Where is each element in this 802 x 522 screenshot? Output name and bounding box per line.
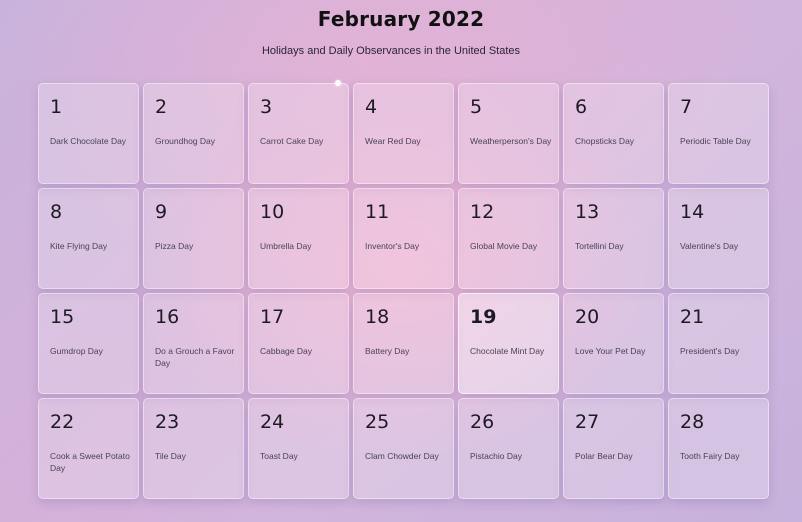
day-number: 21: [680, 306, 705, 328]
page-title: February 2022: [317, 7, 485, 31]
day-number: 15: [50, 306, 75, 328]
day-cell[interactable]: 7 Periodic Table Day: [668, 83, 769, 184]
calendar-grid: 1 Dark Chocolate Day 2 Groundhog Day 3 Carr…: [38, 83, 770, 499]
day-cell[interactable]: 12 Global Movie Day: [458, 188, 559, 289]
observance-label: Cook a Sweet Potato Day: [50, 451, 130, 473]
day-number: 8: [50, 201, 63, 223]
observance-label: Chopsticks Day: [575, 136, 635, 146]
day-number: 9: [155, 201, 168, 223]
day-cell[interactable]: 8 Kite Flying Day: [38, 188, 139, 289]
day-number: 16: [155, 306, 180, 328]
day-cell[interactable]: 4 Wear Red Day: [353, 83, 454, 184]
observance-label: President's Day: [680, 346, 740, 356]
day-number: 24: [260, 411, 285, 433]
observance-label: Inventor's Day: [365, 241, 420, 251]
day-number: 12: [470, 201, 495, 223]
day-cell[interactable]: 3 Carrot Cake Day: [248, 83, 349, 184]
day-number: 1: [50, 96, 63, 118]
day-cell[interactable]: 5 Weatherperson's Day: [458, 83, 559, 184]
day-cell[interactable]: 21 President's Day: [668, 293, 769, 394]
observance-label: Tile Day: [155, 451, 186, 461]
observance-label: Dark Chocolate Day: [50, 136, 127, 146]
observance-label: Groundhog Day: [155, 136, 216, 146]
day-cell[interactable]: 17 Cabbage Day: [248, 293, 349, 394]
day-number: 10: [260, 201, 285, 223]
day-cell[interactable]: 16 Do a Grouch a Favor Day: [143, 293, 244, 394]
day-cell[interactable]: 11 Inventor's Day: [353, 188, 454, 289]
day-number: 2: [155, 96, 168, 118]
observance-label: Kite Flying Day: [50, 241, 108, 251]
observance-label: Pizza Day: [155, 241, 194, 251]
day-cell[interactable]: 28 Tooth Fairy Day: [668, 398, 769, 499]
day-cell-today[interactable]: 19 Chocolate Mint Day: [458, 293, 559, 394]
day-number: 7: [680, 96, 693, 118]
day-number: 27: [575, 411, 600, 433]
page-subtitle: Holidays and Daily Observances in the Un…: [261, 45, 521, 57]
day-number: 4: [365, 96, 378, 118]
day-number: 11: [365, 201, 390, 223]
day-number: 14: [680, 201, 705, 223]
observance-label: Weatherperson's Day: [470, 136, 552, 146]
day-cell[interactable]: 13 Tortellini Day: [563, 188, 664, 289]
day-number: 23: [155, 411, 180, 433]
observance-label: Battery Day: [365, 346, 410, 356]
day-number: 6: [575, 96, 588, 118]
day-cell[interactable]: 25 Clam Chowder Day: [353, 398, 454, 499]
day-number: 26: [470, 411, 495, 433]
observance-label: Gumdrop Day: [50, 346, 103, 356]
observance-label: Tortellini Day: [575, 241, 624, 251]
observance-label: Do a Grouch a Favor Day: [155, 346, 235, 368]
day-cell[interactable]: 14 Valentine's Day: [668, 188, 769, 289]
observance-label: Polar Bear Day: [575, 451, 633, 461]
day-cell[interactable]: 15 Gumdrop Day: [38, 293, 139, 394]
day-cell[interactable]: 27 Polar Bear Day: [563, 398, 664, 499]
day-cell[interactable]: 10 Umbrella Day: [248, 188, 349, 289]
day-number: 17: [260, 306, 285, 328]
observance-label: Cabbage Day: [260, 346, 312, 356]
day-number: 28: [680, 411, 705, 433]
day-number: 22: [50, 411, 75, 433]
day-cell[interactable]: 6 Chopsticks Day: [563, 83, 664, 184]
day-cell[interactable]: 2 Groundhog Day: [143, 83, 244, 184]
day-cell[interactable]: 23 Tile Day: [143, 398, 244, 499]
observance-label: Periodic Table Day: [680, 136, 751, 146]
day-number: 19: [470, 306, 497, 328]
observance-label: Umbrella Day: [260, 241, 312, 251]
day-cell[interactable]: 9 Pizza Day: [143, 188, 244, 289]
day-cell[interactable]: 20 Love Your Pet Day: [563, 293, 664, 394]
day-cell[interactable]: 26 Pistachio Day: [458, 398, 559, 499]
day-cell[interactable]: 22 Cook a Sweet Potato Day: [38, 398, 139, 499]
day-number: 3: [260, 96, 273, 118]
day-number: 25: [365, 411, 390, 433]
day-number: 13: [575, 201, 600, 223]
day-number: 18: [365, 306, 390, 328]
day-cell[interactable]: 1 Dark Chocolate Day: [38, 83, 139, 184]
observance-label: Tooth Fairy Day: [680, 451, 740, 461]
observance-label: Chocolate Mint Day: [470, 346, 545, 356]
observance-label: Valentine's Day: [680, 241, 739, 251]
observance-label: Global Movie Day: [470, 241, 538, 251]
day-cell[interactable]: 18 Battery Day: [353, 293, 454, 394]
observance-label: Clam Chowder Day: [365, 451, 439, 461]
observance-label: Toast Day: [260, 451, 298, 461]
day-cell[interactable]: 24 Toast Day: [248, 398, 349, 499]
day-number: 5: [470, 96, 483, 118]
observance-label: Love Your Pet Day: [575, 346, 646, 356]
observance-label: Carrot Cake Day: [260, 136, 324, 146]
observance-label: Pistachio Day: [470, 451, 522, 461]
day-number: 20: [575, 306, 600, 328]
observance-label: Wear Red Day: [365, 136, 421, 146]
